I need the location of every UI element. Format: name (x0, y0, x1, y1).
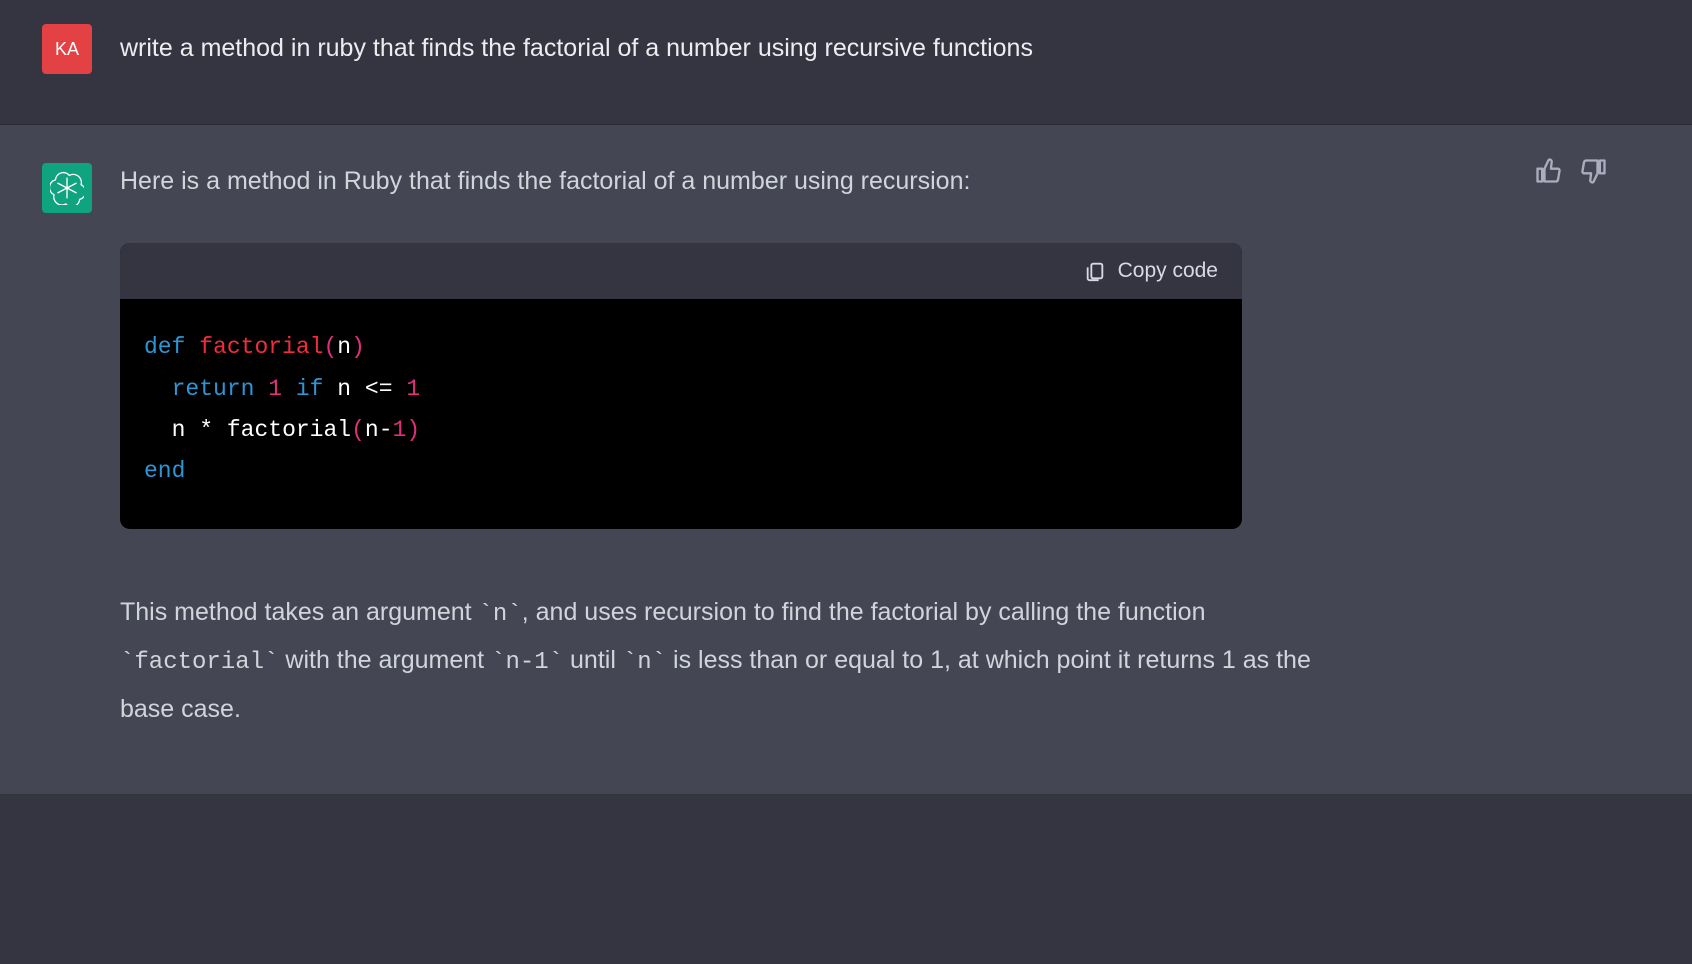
assistant-intro-text: Here is a method in Ruby that finds the … (120, 163, 1340, 199)
feedback-buttons (1534, 157, 1608, 185)
thumbs-up-button[interactable] (1534, 157, 1562, 185)
thumbs-up-icon (1534, 157, 1562, 185)
footer-gap (0, 795, 1692, 895)
copy-code-button[interactable]: Copy code (1084, 259, 1218, 283)
thumbs-down-button[interactable] (1580, 157, 1608, 185)
openai-logo-icon (50, 171, 84, 205)
clipboard-icon (1084, 260, 1106, 282)
code-block-header: Copy code (120, 243, 1242, 299)
user-message-text: write a method in ruby that finds the fa… (120, 24, 1340, 74)
assistant-message-row: Here is a method in Ruby that finds the … (0, 125, 1692, 795)
user-avatar: KA (42, 24, 92, 74)
code-body: def factorial(n) return 1 if n <= 1 n * … (120, 299, 1242, 529)
user-message-row: KA write a method in ruby that finds the… (0, 0, 1692, 125)
copy-code-label: Copy code (1118, 259, 1218, 283)
thumbs-down-icon (1580, 157, 1608, 185)
assistant-avatar (42, 163, 92, 213)
assistant-message-content: Here is a method in Ruby that finds the … (120, 163, 1340, 734)
code-block: Copy code def factorial(n) return 1 if n… (120, 243, 1242, 529)
assistant-explanation: This method takes an argument `n`, and u… (120, 589, 1340, 734)
